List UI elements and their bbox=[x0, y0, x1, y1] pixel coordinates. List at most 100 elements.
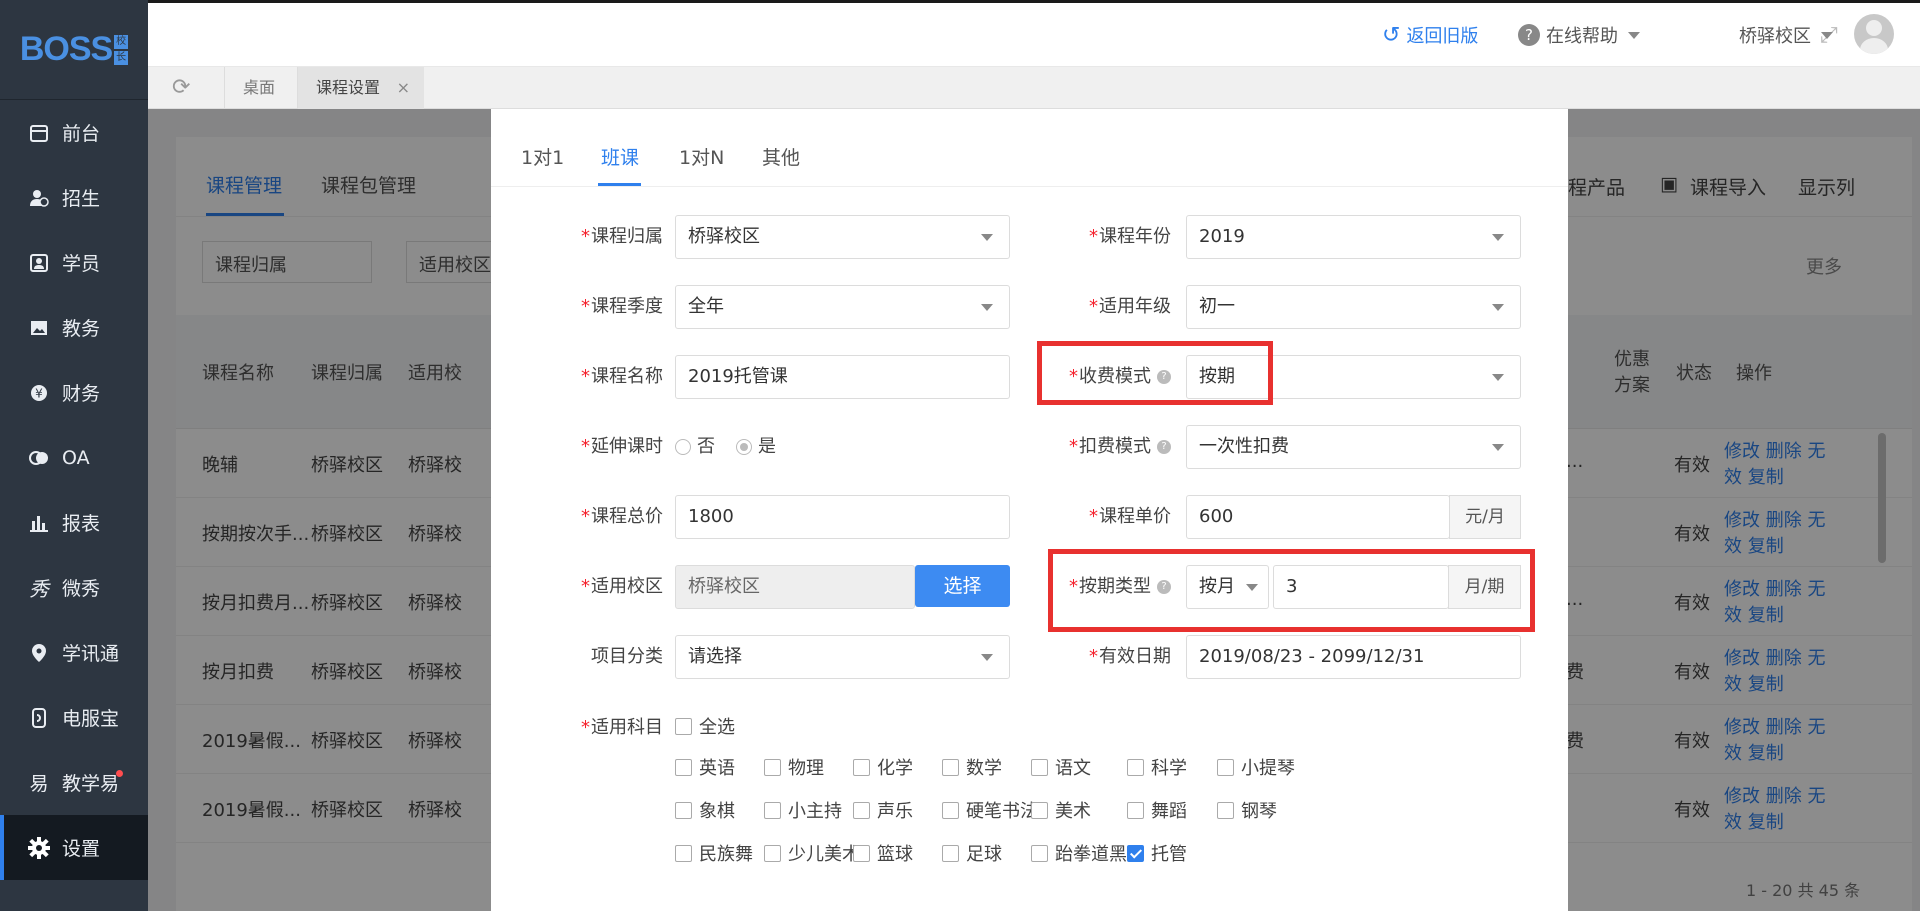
checkbox-icon bbox=[1031, 802, 1048, 819]
picture-icon bbox=[28, 317, 50, 339]
help-icon[interactable]: ? bbox=[1157, 440, 1171, 454]
top-header: ↺ 返回旧版 ? 在线帮助 ⤢ 桥驿校区 bbox=[148, 3, 1920, 67]
course-name-input[interactable]: 2019托管课 bbox=[675, 355, 1010, 399]
tab-class[interactable]: 班课 bbox=[601, 143, 639, 170]
season-select[interactable]: 全年 bbox=[675, 285, 1010, 329]
sidebar-item-frontdesk[interactable]: 前台 bbox=[0, 100, 148, 165]
tab-course-settings[interactable]: 课程设置 × bbox=[297, 67, 425, 109]
xiu-icon: 秀 bbox=[29, 577, 49, 601]
subject-checkbox[interactable]: 钢琴 bbox=[1217, 800, 1277, 824]
modal-tabs: 1对1 班课 1对N 其他 bbox=[491, 109, 1568, 187]
subject-checkbox[interactable]: 声乐 bbox=[853, 800, 913, 824]
location-icon bbox=[28, 642, 50, 664]
subject-label: 舞蹈 bbox=[1151, 801, 1187, 822]
sidebar-item-label: 教学易 bbox=[62, 773, 120, 795]
subject-checkbox[interactable]: 化学 bbox=[853, 757, 913, 781]
subject-checkbox[interactable]: 象棋 bbox=[675, 800, 735, 824]
subject-checkbox[interactable]: 硬笔书法 bbox=[942, 800, 1038, 824]
tab-other[interactable]: 其他 bbox=[762, 143, 800, 170]
subject-checkbox[interactable]: 英语 bbox=[675, 757, 735, 781]
checkbox-icon bbox=[1031, 845, 1048, 862]
sidebar-item-label: 招生 bbox=[62, 188, 101, 210]
subject-label: 声乐 bbox=[877, 801, 913, 822]
checkbox-icon bbox=[675, 845, 692, 862]
chevron-down-icon bbox=[1492, 304, 1504, 311]
sidebar-item-reports[interactable]: 报表 bbox=[0, 490, 148, 555]
select-all-checkbox[interactable]: 全选 bbox=[675, 716, 735, 740]
radio-icon bbox=[736, 439, 752, 455]
sidebar-item-weixiu[interactable]: 秀 微秀 bbox=[0, 555, 148, 620]
sidebar-item-finance[interactable]: ¥ 财务 bbox=[0, 360, 148, 425]
extend-yes-radio[interactable]: 是 bbox=[736, 435, 776, 459]
campus-label: *适用校区 bbox=[581, 576, 663, 597]
sidebar-item-xuexuntong[interactable]: 学讯通 bbox=[0, 620, 148, 685]
active-tab-indicator bbox=[598, 183, 641, 186]
unit-price-label: *课程单价 bbox=[1089, 506, 1171, 527]
extend-no-radio[interactable]: 否 bbox=[675, 435, 715, 459]
sidebar-item-label: OA bbox=[62, 446, 90, 469]
subject-checkbox[interactable]: 足球 bbox=[942, 843, 1002, 867]
checkbox-icon bbox=[764, 845, 781, 862]
subject-checkbox[interactable]: 小提琴 bbox=[1217, 757, 1295, 781]
checkbox-icon bbox=[1031, 759, 1048, 776]
choose-campus-button[interactable]: 选择 bbox=[915, 565, 1010, 607]
chevron-down-icon bbox=[981, 304, 993, 311]
extend-hours-label: *延伸课时 bbox=[581, 436, 663, 457]
chevron-down-icon bbox=[1628, 31, 1640, 39]
subject-checkbox[interactable]: 美术 bbox=[1031, 800, 1091, 824]
sidebar-item-enroll[interactable]: 招生 bbox=[0, 165, 148, 230]
year-select[interactable]: 2019 bbox=[1186, 215, 1521, 259]
subject-checkbox[interactable]: 语文 bbox=[1031, 757, 1091, 781]
logo[interactable]: BOSS 校 长 bbox=[0, 0, 148, 100]
deduct-mode-select[interactable]: 一次性扣费 bbox=[1186, 425, 1521, 469]
sidebar-item-label: 前台 bbox=[62, 123, 101, 145]
sidebar-item-settings[interactable]: 设置 bbox=[0, 815, 148, 880]
subject-label: 少儿美术 bbox=[788, 844, 860, 865]
tab-one-on-one[interactable]: 1对1 bbox=[521, 143, 564, 170]
sidebar-item-students[interactable]: 学员 bbox=[0, 230, 148, 295]
subject-checkbox[interactable]: 小主持 bbox=[764, 800, 842, 824]
category-select[interactable]: 请选择 bbox=[675, 635, 1010, 679]
checkbox-icon bbox=[853, 759, 870, 776]
checkbox-icon bbox=[675, 802, 692, 819]
subject-checkbox[interactable]: 篮球 bbox=[853, 843, 913, 867]
tab-one-to-n[interactable]: 1对N bbox=[679, 143, 724, 170]
calendar-icon bbox=[28, 122, 50, 144]
sidebar-item-jiaoxueyi[interactable]: 易 教学易 bbox=[0, 750, 148, 815]
yen-icon: ¥ bbox=[28, 382, 50, 404]
subject-checkbox[interactable]: 物理 bbox=[764, 757, 824, 781]
subject-checkbox[interactable]: 科学 bbox=[1127, 757, 1187, 781]
page-tab-bar: ⟳ 桌面 课程设置 × bbox=[148, 67, 1920, 109]
subject-label: 硬笔书法 bbox=[966, 801, 1038, 822]
online-help-dropdown[interactable]: ? 在线帮助 bbox=[1518, 3, 1640, 67]
valid-date-label: *有效日期 bbox=[1089, 646, 1171, 667]
checkbox-checked-icon bbox=[1127, 845, 1144, 862]
tab-desktop[interactable]: 桌面 bbox=[224, 67, 293, 109]
subject-label: 象棋 bbox=[699, 801, 735, 822]
valid-date-range-input[interactable]: 2019/08/23 - 2099/12/31 bbox=[1186, 635, 1521, 679]
close-icon[interactable]: × bbox=[397, 67, 410, 109]
subject-checkbox[interactable]: 托管 bbox=[1127, 843, 1187, 867]
unit-price-input[interactable]: 600 bbox=[1186, 495, 1450, 539]
subject-checkbox[interactable]: 民族舞 bbox=[675, 843, 753, 867]
logo-text: BOSS bbox=[19, 30, 113, 68]
subject-checkbox[interactable]: 舞蹈 bbox=[1127, 800, 1187, 824]
avatar[interactable] bbox=[1854, 14, 1894, 54]
sidebar-item-academic[interactable]: 教务 bbox=[0, 295, 148, 360]
subject-checkbox[interactable]: 跆拳道黑 bbox=[1031, 843, 1127, 867]
total-price-input[interactable]: 1800 bbox=[675, 495, 1010, 539]
back-to-old-version-link[interactable]: ↺ 返回旧版 bbox=[1382, 3, 1478, 67]
grade-select[interactable]: 初一 bbox=[1186, 285, 1521, 329]
sidebar-item-dianfubao[interactable]: 电服宝 bbox=[0, 685, 148, 750]
subject-label: 美术 bbox=[1055, 801, 1091, 822]
campus-switcher[interactable]: 桥驿校区 bbox=[1739, 3, 1833, 67]
sidebar-item-oa[interactable]: OA bbox=[0, 425, 148, 490]
phone-icon bbox=[28, 707, 50, 729]
subject-label: 足球 bbox=[966, 844, 1002, 865]
subject-label: 跆拳道黑 bbox=[1055, 844, 1127, 865]
refresh-icon[interactable]: ⟳ bbox=[172, 76, 196, 100]
owner-select[interactable]: 桥驿校区 bbox=[675, 215, 1010, 259]
subject-checkbox[interactable]: 少儿美术 bbox=[764, 843, 860, 867]
sidebar-item-label: 报表 bbox=[62, 513, 101, 535]
subject-checkbox[interactable]: 数学 bbox=[942, 757, 1002, 781]
